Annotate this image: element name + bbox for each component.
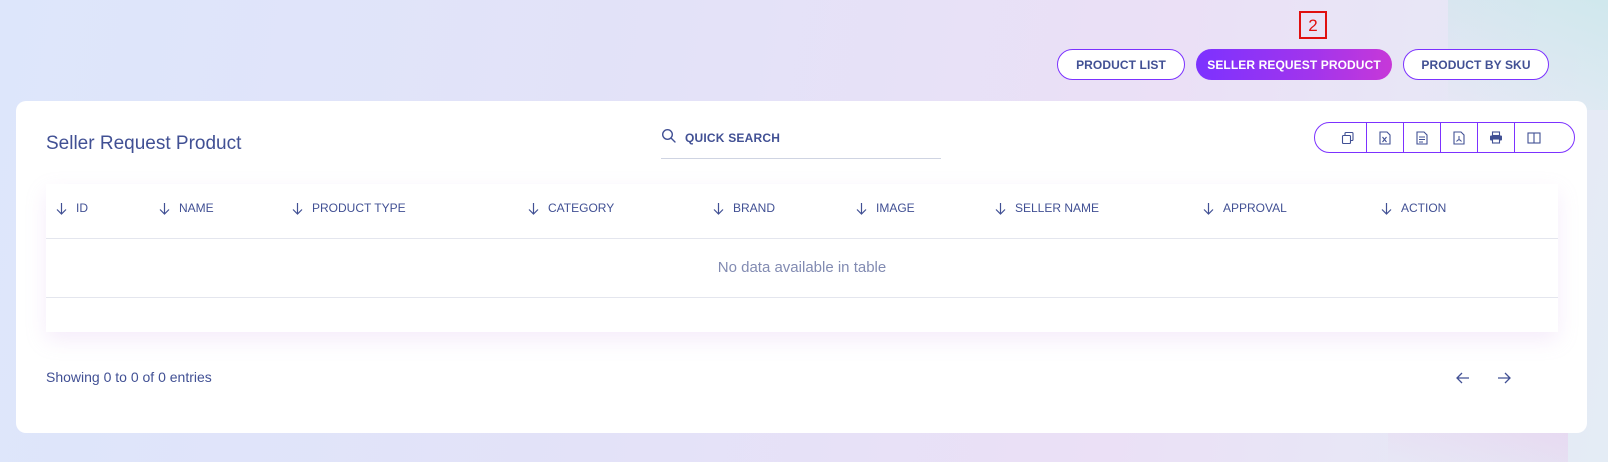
sort-arrow-icon bbox=[1381, 202, 1392, 215]
column-header-action[interactable]: ACTION bbox=[1381, 201, 1446, 215]
table-header: ID NAME PRODUCT TYPE CATEGORY BRAND IMAG… bbox=[46, 184, 1558, 239]
column-label: BRAND bbox=[733, 201, 776, 215]
column-label: IMAGE bbox=[876, 201, 915, 215]
column-header-seller-name[interactable]: SELLER NAME bbox=[995, 201, 1099, 215]
column-visibility-button[interactable] bbox=[1514, 123, 1566, 152]
sort-arrow-icon bbox=[856, 202, 867, 215]
export-button-group bbox=[1314, 122, 1575, 153]
column-header-brand[interactable]: BRAND bbox=[713, 201, 775, 215]
print-icon bbox=[1490, 131, 1502, 144]
excel-button[interactable] bbox=[1366, 123, 1403, 152]
column-label: PRODUCT TYPE bbox=[312, 201, 406, 215]
column-label: ID bbox=[76, 201, 88, 215]
quick-search bbox=[661, 123, 941, 159]
sort-arrow-icon bbox=[713, 202, 724, 215]
tab-product-by-sku[interactable]: PRODUCT BY SKU bbox=[1403, 49, 1549, 80]
column-header-image[interactable]: IMAGE bbox=[856, 201, 915, 215]
print-button[interactable] bbox=[1477, 123, 1514, 152]
data-table: ID NAME PRODUCT TYPE CATEGORY BRAND IMAG… bbox=[46, 184, 1558, 332]
excel-icon bbox=[1379, 130, 1391, 145]
column-label: APPROVAL bbox=[1223, 201, 1287, 215]
pdf-icon bbox=[1453, 130, 1465, 145]
column-header-category[interactable]: CATEGORY bbox=[528, 201, 614, 215]
sort-arrow-icon bbox=[292, 202, 303, 215]
column-label: SELLER NAME bbox=[1015, 201, 1100, 215]
step-marker: 2 bbox=[1299, 11, 1327, 39]
empty-table-message: No data available in table bbox=[46, 239, 1558, 298]
previous-page-icon[interactable] bbox=[1454, 369, 1472, 387]
csv-icon bbox=[1416, 130, 1428, 145]
csv-button[interactable] bbox=[1403, 123, 1440, 152]
search-input[interactable] bbox=[683, 127, 937, 149]
column-header-product-type[interactable]: PRODUCT TYPE bbox=[292, 201, 406, 215]
content-card: Seller Request Product QUICK SEARCH ID N… bbox=[16, 101, 1587, 433]
copy-icon bbox=[1341, 131, 1354, 144]
page-title: Seller Request Product bbox=[46, 133, 242, 154]
next-page-icon[interactable] bbox=[1495, 369, 1513, 387]
table-info: Showing 0 to 0 of 0 entries bbox=[46, 369, 212, 385]
search-icon bbox=[661, 128, 676, 143]
column-header-id[interactable]: ID bbox=[56, 201, 88, 215]
sort-arrow-icon bbox=[995, 202, 1006, 215]
column-label: NAME bbox=[179, 201, 214, 215]
column-header-approval[interactable]: APPROVAL bbox=[1203, 201, 1287, 215]
sort-arrow-icon bbox=[159, 202, 170, 215]
columns-icon bbox=[1527, 131, 1541, 144]
column-label: ACTION bbox=[1401, 201, 1447, 215]
tab-seller-request-product[interactable]: SELLER REQUEST PRODUCT bbox=[1196, 49, 1392, 80]
sort-arrow-icon bbox=[1203, 202, 1214, 215]
column-header-name[interactable]: NAME bbox=[159, 201, 214, 215]
column-label: CATEGORY bbox=[548, 201, 615, 215]
pdf-button[interactable] bbox=[1440, 123, 1477, 152]
sort-arrow-icon bbox=[56, 202, 67, 215]
tab-product-list[interactable]: PRODUCT LIST bbox=[1057, 49, 1185, 80]
copy-button[interactable] bbox=[1329, 123, 1366, 152]
sort-arrow-icon bbox=[528, 202, 539, 215]
